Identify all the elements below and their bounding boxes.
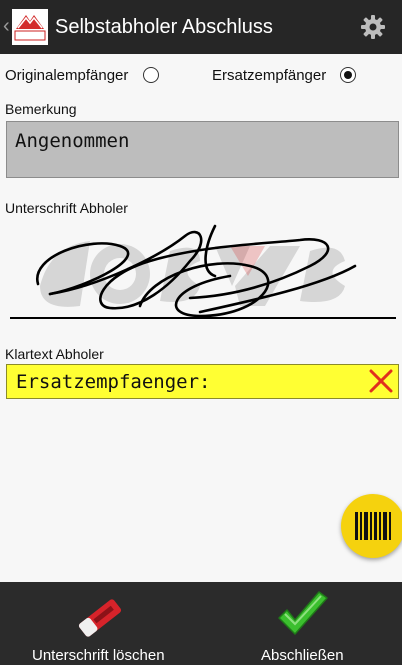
bottom-bar: Unterschrift löschen Abschließen — [0, 582, 402, 665]
remark-label: Bemerkung — [5, 101, 77, 117]
signature-canvas — [10, 224, 396, 319]
app-logo[interactable] — [12, 9, 48, 45]
radio-substitute[interactable] — [340, 67, 356, 83]
radio-original[interactable] — [143, 67, 159, 83]
cosys-logo-icon — [12, 9, 48, 45]
clear-signature-label: Unterschrift löschen — [32, 647, 165, 664]
page-title: Selbstabholer Abschluss — [55, 16, 273, 38]
finish-label: Abschließen — [261, 647, 344, 664]
clear-signature-button[interactable]: Unterschrift löschen — [0, 582, 201, 665]
barcode-icon — [355, 512, 391, 540]
cleartext-field[interactable]: Ersatzempfaenger: — [6, 364, 399, 399]
radio-label-substitute: Ersatzempfänger — [212, 67, 327, 84]
cleartext-value: Ersatzempfaenger: — [16, 371, 211, 393]
settings-button[interactable] — [359, 13, 387, 41]
eraser-icon — [78, 599, 122, 637]
scan-barcode-button[interactable] — [341, 494, 402, 558]
chevron-left-icon[interactable]: ‹ — [3, 14, 10, 38]
signature-pad[interactable] — [0, 216, 402, 328]
finish-button[interactable]: Abschließen — [201, 582, 402, 665]
checkmark-icon — [278, 591, 328, 635]
action-bar: ‹ Selbstabholer Abschluss — [0, 0, 402, 54]
gear-icon — [361, 15, 385, 39]
remark-field[interactable]: Angenommen — [6, 121, 399, 178]
radio-label-original: Originalempfänger — [5, 67, 129, 84]
remark-value: Angenommen — [15, 130, 130, 152]
close-icon[interactable] — [368, 368, 394, 394]
signature-label: Unterschrift Abholer — [5, 200, 128, 216]
cleartext-label: Klartext Abholer — [5, 346, 104, 362]
